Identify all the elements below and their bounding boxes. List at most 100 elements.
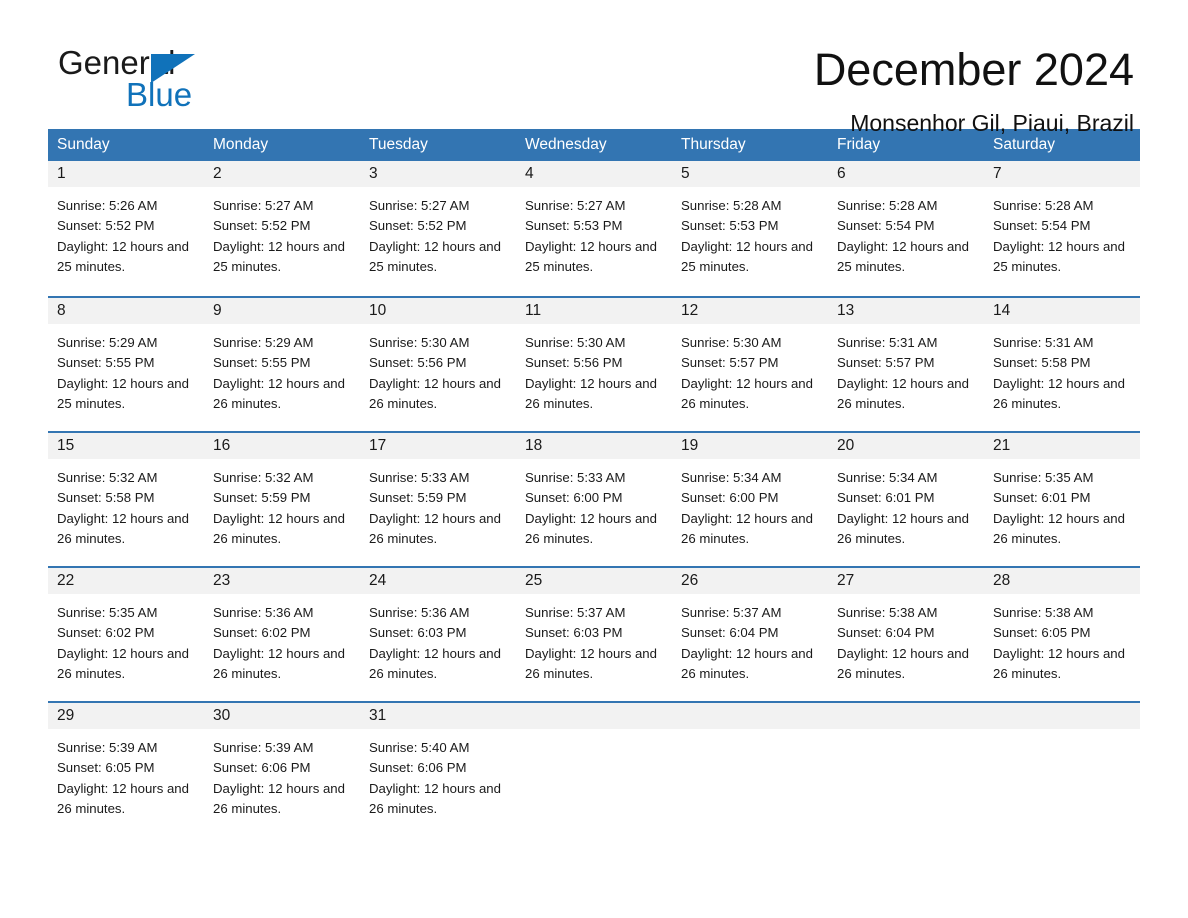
day-cell[interactable]: 20 Sunrise: 5:34 AM Sunset: 6:01 PM Dayl… (828, 433, 984, 566)
page-header: General Blue December 2024 Monsenhor Gil… (48, 0, 1140, 136)
daylight-text: Daylight: 12 hours and 26 minutes. (681, 375, 813, 411)
day-details: Sunrise: 5:36 AM Sunset: 6:02 PM Dayligh… (204, 594, 360, 684)
sunset-text: Sunset: 5:54 PM (837, 218, 935, 234)
sunrise-text: Sunrise: 5:35 AM (57, 605, 158, 620)
sunrise-text: Sunrise: 5:29 AM (213, 335, 314, 350)
day-cell[interactable]: 1 Sunrise: 5:26 AM Sunset: 5:52 PM Dayli… (48, 161, 204, 296)
day-cell[interactable]: 31 Sunrise: 5:40 AM Sunset: 6:06 PM Dayl… (360, 703, 516, 836)
day-cell[interactable]: 23 Sunrise: 5:36 AM Sunset: 6:02 PM Dayl… (204, 568, 360, 701)
day-number: 7 (984, 161, 1140, 187)
sunset-text: Sunset: 5:56 PM (525, 355, 623, 371)
day-details: Sunrise: 5:40 AM Sunset: 6:06 PM Dayligh… (360, 729, 516, 819)
day-number: 5 (672, 161, 828, 187)
day-number: 16 (204, 433, 360, 459)
sunset-text: Sunset: 5:52 PM (57, 218, 155, 234)
sunrise-text: Sunrise: 5:39 AM (57, 740, 158, 755)
day-cell[interactable]: 5 Sunrise: 5:28 AM Sunset: 5:53 PM Dayli… (672, 161, 828, 296)
day-cell[interactable]: 21 Sunrise: 5:35 AM Sunset: 6:01 PM Dayl… (984, 433, 1140, 566)
day-cell[interactable]: 17 Sunrise: 5:33 AM Sunset: 5:59 PM Dayl… (360, 433, 516, 566)
sunrise-text: Sunrise: 5:31 AM (993, 335, 1094, 350)
weekday-sunday: Sunday (57, 136, 110, 153)
daylight-text: Daylight: 12 hours and 25 minutes. (525, 238, 657, 274)
day-number: 10 (360, 298, 516, 324)
day-cell[interactable]: 29 Sunrise: 5:39 AM Sunset: 6:05 PM Dayl… (48, 703, 204, 836)
generalblue-logo[interactable]: General Blue (48, 44, 258, 116)
day-cell[interactable]: 30 Sunrise: 5:39 AM Sunset: 6:06 PM Dayl… (204, 703, 360, 836)
sunset-text: Sunset: 5:55 PM (57, 355, 155, 371)
day-details: Sunrise: 5:31 AM Sunset: 5:58 PM Dayligh… (984, 324, 1140, 414)
weekday-friday: Friday (837, 136, 881, 153)
day-cell[interactable]: 4 Sunrise: 5:27 AM Sunset: 5:53 PM Dayli… (516, 161, 672, 296)
week-row: 22 Sunrise: 5:35 AM Sunset: 6:02 PM Dayl… (48, 566, 1140, 701)
day-cell[interactable]: 9 Sunrise: 5:29 AM Sunset: 5:55 PM Dayli… (204, 298, 360, 431)
weekday-header-row: Sunday Monday Tuesday Wednesday Thursday… (48, 129, 1140, 161)
sunrise-text: Sunrise: 5:37 AM (525, 605, 626, 620)
calendar-table: Sunday Monday Tuesday Wednesday Thursday… (48, 129, 1140, 836)
day-cell[interactable]: 2 Sunrise: 5:27 AM Sunset: 5:52 PM Dayli… (204, 161, 360, 296)
day-number: 15 (48, 433, 204, 459)
sunset-text: Sunset: 6:02 PM (213, 625, 311, 641)
sunset-text: Sunset: 5:52 PM (369, 218, 467, 234)
day-cell[interactable]: 28 Sunrise: 5:38 AM Sunset: 6:05 PM Dayl… (984, 568, 1140, 701)
daylight-text: Daylight: 12 hours and 26 minutes. (993, 375, 1125, 411)
sunrise-text: Sunrise: 5:30 AM (525, 335, 626, 350)
day-number: 29 (48, 703, 204, 729)
day-cell[interactable]: 8 Sunrise: 5:29 AM Sunset: 5:55 PM Dayli… (48, 298, 204, 431)
sunset-text: Sunset: 6:06 PM (369, 760, 467, 776)
sunrise-text: Sunrise: 5:27 AM (369, 198, 470, 213)
sunrise-text: Sunrise: 5:40 AM (369, 740, 470, 755)
sunset-text: Sunset: 6:05 PM (993, 625, 1091, 641)
sunrise-text: Sunrise: 5:30 AM (369, 335, 470, 350)
day-number: 26 (672, 568, 828, 594)
day-details: Sunrise: 5:37 AM Sunset: 6:04 PM Dayligh… (672, 594, 828, 684)
day-cell[interactable]: 10 Sunrise: 5:30 AM Sunset: 5:56 PM Dayl… (360, 298, 516, 431)
day-number: 6 (828, 161, 984, 187)
sunset-text: Sunset: 6:06 PM (213, 760, 311, 776)
day-number: 30 (204, 703, 360, 729)
day-number: 27 (828, 568, 984, 594)
sunrise-text: Sunrise: 5:32 AM (213, 470, 314, 485)
sunrise-text: Sunrise: 5:28 AM (993, 198, 1094, 213)
day-number (984, 703, 1140, 729)
day-cell[interactable]: 24 Sunrise: 5:36 AM Sunset: 6:03 PM Dayl… (360, 568, 516, 701)
sunset-text: Sunset: 5:59 PM (369, 490, 467, 506)
daylight-text: Daylight: 12 hours and 25 minutes. (57, 375, 189, 411)
sunset-text: Sunset: 6:03 PM (369, 625, 467, 641)
day-cell-empty (984, 703, 1140, 836)
day-details: Sunrise: 5:30 AM Sunset: 5:57 PM Dayligh… (672, 324, 828, 414)
sunset-text: Sunset: 5:54 PM (993, 218, 1091, 234)
day-details: Sunrise: 5:27 AM Sunset: 5:52 PM Dayligh… (360, 187, 516, 277)
day-cell[interactable]: 13 Sunrise: 5:31 AM Sunset: 5:57 PM Dayl… (828, 298, 984, 431)
day-details: Sunrise: 5:27 AM Sunset: 5:52 PM Dayligh… (204, 187, 360, 277)
day-cell[interactable]: 18 Sunrise: 5:33 AM Sunset: 6:00 PM Dayl… (516, 433, 672, 566)
day-number: 9 (204, 298, 360, 324)
sunrise-text: Sunrise: 5:27 AM (525, 198, 626, 213)
day-cell[interactable]: 16 Sunrise: 5:32 AM Sunset: 5:59 PM Dayl… (204, 433, 360, 566)
day-cell[interactable]: 22 Sunrise: 5:35 AM Sunset: 6:02 PM Dayl… (48, 568, 204, 701)
weekday-saturday: Saturday (993, 136, 1056, 153)
day-number: 28 (984, 568, 1140, 594)
daylight-text: Daylight: 12 hours and 26 minutes. (993, 645, 1125, 681)
day-cell[interactable]: 11 Sunrise: 5:30 AM Sunset: 5:56 PM Dayl… (516, 298, 672, 431)
day-cell[interactable]: 27 Sunrise: 5:38 AM Sunset: 6:04 PM Dayl… (828, 568, 984, 701)
day-details: Sunrise: 5:38 AM Sunset: 6:05 PM Dayligh… (984, 594, 1140, 684)
day-cell[interactable]: 12 Sunrise: 5:30 AM Sunset: 5:57 PM Dayl… (672, 298, 828, 431)
daylight-text: Daylight: 12 hours and 26 minutes. (213, 645, 345, 681)
sunrise-text: Sunrise: 5:35 AM (993, 470, 1094, 485)
day-details: Sunrise: 5:28 AM Sunset: 5:54 PM Dayligh… (984, 187, 1140, 277)
day-cell[interactable]: 15 Sunrise: 5:32 AM Sunset: 5:58 PM Dayl… (48, 433, 204, 566)
day-cell[interactable]: 25 Sunrise: 5:37 AM Sunset: 6:03 PM Dayl… (516, 568, 672, 701)
week-row: 8 Sunrise: 5:29 AM Sunset: 5:55 PM Dayli… (48, 296, 1140, 431)
day-cell[interactable]: 3 Sunrise: 5:27 AM Sunset: 5:52 PM Dayli… (360, 161, 516, 296)
day-cell[interactable]: 7 Sunrise: 5:28 AM Sunset: 5:54 PM Dayli… (984, 161, 1140, 296)
day-cell-empty (516, 703, 672, 836)
day-details: Sunrise: 5:32 AM Sunset: 5:59 PM Dayligh… (204, 459, 360, 549)
day-cell[interactable]: 19 Sunrise: 5:34 AM Sunset: 6:00 PM Dayl… (672, 433, 828, 566)
day-details: Sunrise: 5:26 AM Sunset: 5:52 PM Dayligh… (48, 187, 204, 277)
day-number: 8 (48, 298, 204, 324)
day-cell[interactable]: 14 Sunrise: 5:31 AM Sunset: 5:58 PM Dayl… (984, 298, 1140, 431)
day-cell[interactable]: 26 Sunrise: 5:37 AM Sunset: 6:04 PM Dayl… (672, 568, 828, 701)
day-number: 17 (360, 433, 516, 459)
daylight-text: Daylight: 12 hours and 26 minutes. (681, 645, 813, 681)
day-cell[interactable]: 6 Sunrise: 5:28 AM Sunset: 5:54 PM Dayli… (828, 161, 984, 296)
